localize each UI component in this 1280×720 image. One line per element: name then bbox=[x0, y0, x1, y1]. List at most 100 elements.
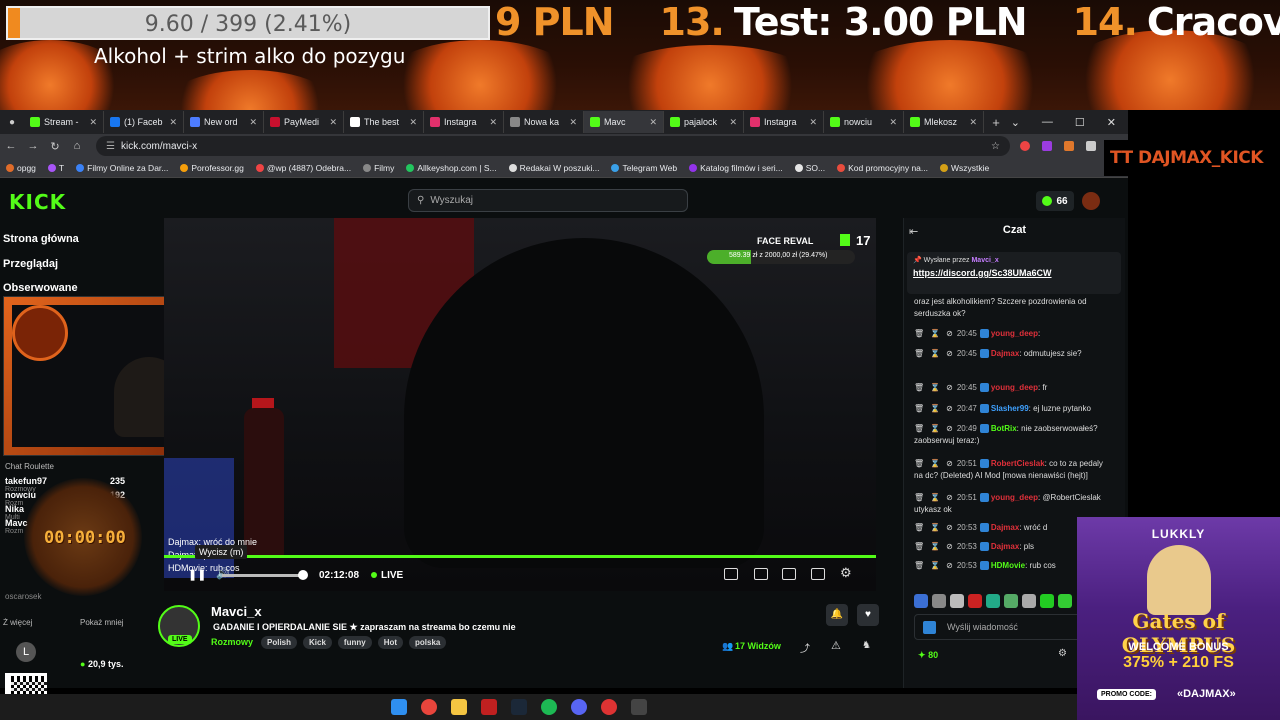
user-avatar[interactable] bbox=[1082, 192, 1100, 210]
timeout-icon[interactable]: ⌛ bbox=[930, 424, 940, 433]
caret-down-icon[interactable]: ⌄ bbox=[1011, 116, 1020, 129]
tab-close-icon[interactable]: ✕ bbox=[329, 117, 337, 128]
bookmark-item[interactable]: Katalog filmów i seri... bbox=[689, 163, 783, 173]
channel-points[interactable]: ✦ 80 bbox=[918, 650, 938, 661]
tab-close-icon[interactable]: ✕ bbox=[249, 117, 257, 128]
notification-bell-icon[interactable]: 🔔 bbox=[826, 604, 848, 626]
volume-slider-knob[interactable] bbox=[298, 570, 308, 580]
tab-close-icon[interactable]: ✕ bbox=[809, 117, 817, 128]
browser-tab[interactable]: Instagra ✕ bbox=[744, 111, 824, 133]
follow-heart-icon[interactable]: ♥ bbox=[857, 604, 879, 626]
tab-search-icon[interactable]: ● bbox=[0, 117, 24, 128]
ban-icon[interactable]: ⊘ bbox=[946, 523, 953, 532]
delete-icon[interactable]: 🗑 bbox=[914, 424, 924, 433]
ban-icon[interactable]: ⊘ bbox=[946, 404, 953, 413]
kick-logo[interactable]: KICK bbox=[9, 190, 66, 214]
extension-icon[interactable] bbox=[1020, 141, 1030, 151]
browser-tab[interactable]: PayMedi ✕ bbox=[264, 111, 344, 133]
timeout-icon[interactable]: ⌛ bbox=[930, 542, 940, 551]
sidebar-item-following[interactable]: Obserwowane bbox=[3, 282, 78, 294]
stream-tag[interactable]: polska bbox=[409, 636, 447, 649]
tab-close-icon[interactable]: ✕ bbox=[169, 117, 177, 128]
ban-icon[interactable]: ⊘ bbox=[946, 542, 953, 551]
bookmark-item[interactable]: Porofessor.gg bbox=[180, 163, 244, 173]
volume-slider[interactable] bbox=[222, 574, 302, 577]
chat-username[interactable]: BotRix bbox=[991, 424, 1017, 433]
file-explorer-icon[interactable] bbox=[450, 699, 467, 715]
theater-mode-icon[interactable] bbox=[782, 568, 796, 580]
tab-close-icon[interactable]: ✕ bbox=[649, 117, 657, 128]
chat-message[interactable]: 🗑 ⌛ ⊘ 20:45 Dajmax: odmutujesz sie? bbox=[914, 348, 1114, 360]
extension-icon[interactable] bbox=[1064, 141, 1074, 151]
delete-icon[interactable]: 🗑 bbox=[914, 329, 924, 338]
steam-icon[interactable] bbox=[510, 699, 527, 715]
report-icon[interactable]: ⚠ bbox=[831, 639, 841, 652]
chat-message[interactable]: 🗑 ⌛ ⊘ 20:51 young_deep: @RobertCieslak utyka… bbox=[914, 492, 1114, 516]
extensions-puzzle-icon[interactable] bbox=[1086, 141, 1096, 151]
emote-icon[interactable] bbox=[1040, 594, 1054, 608]
ban-icon[interactable]: ⊘ bbox=[946, 424, 953, 433]
maximize-icon[interactable]: ☐ bbox=[1075, 116, 1085, 129]
chat-message[interactable]: 🗑 ⌛ ⊘ 20:45 young_deep: fr bbox=[914, 382, 1114, 394]
emote-icon[interactable] bbox=[914, 594, 928, 608]
minimize-icon[interactable]: — bbox=[1042, 116, 1053, 128]
tab-close-icon[interactable]: ✕ bbox=[489, 117, 497, 128]
sidebar-channel[interactable]: oscarosek bbox=[5, 592, 41, 601]
chat-username[interactable]: young_deep bbox=[991, 383, 1038, 392]
bookmark-item[interactable]: SO... bbox=[794, 163, 825, 173]
share-icon[interactable]: ⤴ bbox=[800, 640, 810, 655]
emote-icon[interactable] bbox=[932, 594, 946, 608]
ban-icon[interactable]: ⊘ bbox=[946, 561, 953, 570]
browser-tab[interactable]: Stream - ✕ bbox=[24, 111, 104, 133]
tab-close-icon[interactable]: ✕ bbox=[969, 117, 977, 128]
delete-icon[interactable]: 🗑 bbox=[914, 349, 924, 358]
settings-gear-icon[interactable]: ⚙ bbox=[840, 565, 852, 581]
chat-username[interactable]: Slasher99 bbox=[991, 404, 1029, 413]
emote-icon[interactable] bbox=[1004, 594, 1018, 608]
show-less-link[interactable]: Pokaż mniej bbox=[80, 618, 124, 627]
timeout-icon[interactable]: ⌛ bbox=[930, 561, 940, 570]
timeout-icon[interactable]: ⌛ bbox=[930, 349, 940, 358]
browser-tab[interactable]: New ord ✕ bbox=[184, 111, 264, 133]
video-progress-bar[interactable] bbox=[164, 555, 876, 558]
url-input[interactable]: ☰ kick.com/mavci-x ☆ bbox=[96, 136, 1010, 156]
sidebar-item-browse[interactable]: Przeglądaj bbox=[3, 258, 58, 270]
ban-icon[interactable]: ⊘ bbox=[946, 349, 953, 358]
chat-username[interactable]: RobertCieslak bbox=[991, 459, 1045, 468]
reload-icon[interactable]: ↻ bbox=[44, 140, 66, 153]
windows-start-icon[interactable] bbox=[390, 699, 407, 715]
more-users-icon[interactable]: ♞ bbox=[862, 640, 871, 651]
discord-icon[interactable] bbox=[570, 699, 587, 715]
app-icon[interactable] bbox=[630, 699, 647, 715]
bookmark-item[interactable]: Wszystkie bbox=[940, 163, 989, 173]
delete-icon[interactable]: 🗑 bbox=[914, 404, 924, 413]
delete-icon[interactable]: 🗑 bbox=[914, 493, 924, 502]
bookmark-item[interactable]: opgg bbox=[6, 163, 36, 173]
clip-icon[interactable] bbox=[754, 568, 768, 580]
chat-message[interactable]: 🗑 ⌛ ⊘ 20:49 BotRix: nie zaobserwowałeś? zaob… bbox=[914, 423, 1114, 447]
fullscreen-icon[interactable] bbox=[811, 568, 825, 580]
browser-tab[interactable]: Mavc ✕ bbox=[584, 111, 664, 133]
timeout-icon[interactable]: ⌛ bbox=[930, 493, 940, 502]
tab-close-icon[interactable]: ✕ bbox=[569, 117, 577, 128]
browser-tab[interactable]: nowciu ✕ bbox=[824, 111, 904, 133]
chat-settings-icon[interactable]: ⚙ bbox=[1058, 648, 1067, 659]
bookmark-item[interactable]: Redakai W poszuki... bbox=[508, 163, 599, 173]
timeout-icon[interactable]: ⌛ bbox=[930, 459, 940, 468]
chat-message[interactable]: 🗑 ⌛ ⊘ 20:47 Slasher99: ej luzne pytanko bbox=[914, 403, 1114, 415]
bookmark-star-icon[interactable]: ☆ bbox=[991, 141, 1000, 152]
chrome-icon[interactable] bbox=[420, 699, 437, 715]
chat-username[interactable]: young_deep bbox=[991, 329, 1038, 338]
stream-tag[interactable]: Kick bbox=[303, 636, 332, 649]
ban-icon[interactable]: ⊘ bbox=[946, 329, 953, 338]
delete-icon[interactable]: 🗑 bbox=[914, 459, 924, 468]
close-icon[interactable]: ✕ bbox=[1107, 116, 1116, 129]
video-player[interactable]: FACE REVAL 17 589.39 zł z 2000,00 zł (29… bbox=[164, 218, 876, 591]
emote-icon[interactable] bbox=[986, 594, 1000, 608]
emote-icon[interactable] bbox=[1058, 594, 1072, 608]
chat-username[interactable]: Dajmax bbox=[991, 523, 1019, 532]
ban-icon[interactable]: ⊘ bbox=[946, 383, 953, 392]
emote-icon[interactable] bbox=[968, 594, 982, 608]
stream-tag[interactable]: Polish bbox=[261, 636, 298, 649]
new-tab-button[interactable]: + bbox=[984, 115, 1008, 130]
